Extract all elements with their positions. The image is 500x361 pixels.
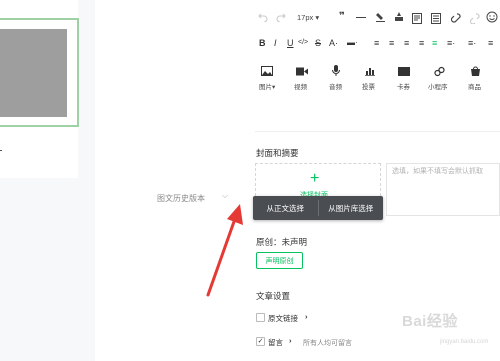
source-link-label[interactable]: 原文链接 (268, 313, 298, 324)
card-icon[interactable] (397, 65, 411, 77)
select-from-library-button[interactable]: 从图片库选择 (319, 196, 384, 220)
source-link-checkbox[interactable] (256, 313, 265, 322)
align-right-icon[interactable]: ≡ (419, 38, 424, 48)
comments-checkbox[interactable]: ✓ (256, 337, 265, 346)
comments-label[interactable]: 留言 (268, 337, 283, 348)
declare-original-button[interactable]: 声明原创 (256, 252, 303, 269)
redo-icon[interactable] (276, 12, 286, 22)
section-divider (255, 131, 500, 132)
list-icon[interactable]: ≡· (468, 38, 476, 48)
cover-source-popup: 从正文选择 从图片库选择 (253, 196, 383, 220)
insert-vote-button[interactable]: 投票 (362, 81, 375, 91)
comments-value: 所有人均可留言 (303, 340, 352, 347)
background-color-icon[interactable]: ▬· (347, 38, 358, 47)
align-center-icon[interactable]: ≡ (404, 38, 409, 48)
emoji-icon[interactable] (486, 10, 498, 28)
font-color-icon[interactable]: A· (329, 38, 338, 48)
indent-icon[interactable]: ≡ (374, 38, 379, 48)
goods-icon[interactable] (468, 65, 482, 77)
audio-icon[interactable] (329, 65, 343, 77)
plus-icon[interactable]: + (310, 170, 319, 188)
font-size-select[interactable]: 17px ▾ (297, 13, 319, 22)
horizontal-rule-icon[interactable] (356, 17, 366, 18)
quote-icon[interactable]: ❞ (339, 11, 345, 22)
source-link-arrow-icon[interactable]: › (305, 312, 308, 321)
bold-icon[interactable]: B (259, 38, 266, 48)
format-painter-icon[interactable] (395, 12, 404, 22)
video-icon[interactable] (295, 65, 309, 77)
comments-arrow-icon[interactable]: › (289, 336, 292, 345)
annotation-arrow (206, 204, 243, 297)
insert-card-button[interactable]: 卡券 (397, 81, 410, 91)
link-icon[interactable] (450, 11, 461, 29)
unlink-icon[interactable] (469, 11, 480, 29)
clear-format-icon[interactable] (376, 12, 385, 22)
cover-summary-title: 封面和摘要 (256, 148, 299, 158)
vote-icon[interactable] (363, 65, 377, 77)
underline-icon[interactable]: U (287, 38, 294, 48)
article-thumbnail (0, 29, 67, 117)
summary-placeholder: 选填，如果不填写会默认抓取 (392, 168, 483, 175)
watermark-logo: Bai经验 (402, 313, 458, 330)
undo-icon[interactable] (258, 12, 268, 22)
insert-video-button[interactable]: 视频 (294, 81, 307, 91)
insert-image-button[interactable]: 图片▾ (259, 81, 275, 91)
watermark-url: jingyan.baidu.com (440, 339, 489, 345)
line-height-icon[interactable]: ≡· (447, 38, 455, 48)
document-icon[interactable] (431, 11, 441, 29)
miniprogram-icon[interactable] (432, 65, 446, 77)
italic-icon[interactable]: I (274, 38, 277, 48)
insert-miniprogram-button[interactable]: 小程序 (428, 81, 448, 91)
list-ordered-icon[interactable]: ≡ (488, 38, 493, 48)
code-icon[interactable]: </> (298, 39, 308, 46)
insert-audio-button[interactable]: 音频 (329, 81, 342, 91)
article-settings-title: 文章设置 (256, 291, 291, 301)
template-icon[interactable] (412, 11, 422, 29)
history-version-link[interactable]: 图文历史版本 (157, 193, 205, 204)
article-card-marker (0, 150, 2, 151)
insert-goods-button[interactable]: 商品 (468, 81, 481, 91)
original-status: 原创：未声明 (256, 237, 308, 247)
align-justify-icon[interactable]: ≡ (432, 38, 437, 48)
strikethrough-icon[interactable]: S (315, 38, 321, 48)
align-left-icon[interactable]: ≡ (389, 38, 394, 48)
select-from-article-button[interactable]: 从正文选择 (253, 196, 318, 220)
image-icon[interactable] (260, 65, 274, 77)
